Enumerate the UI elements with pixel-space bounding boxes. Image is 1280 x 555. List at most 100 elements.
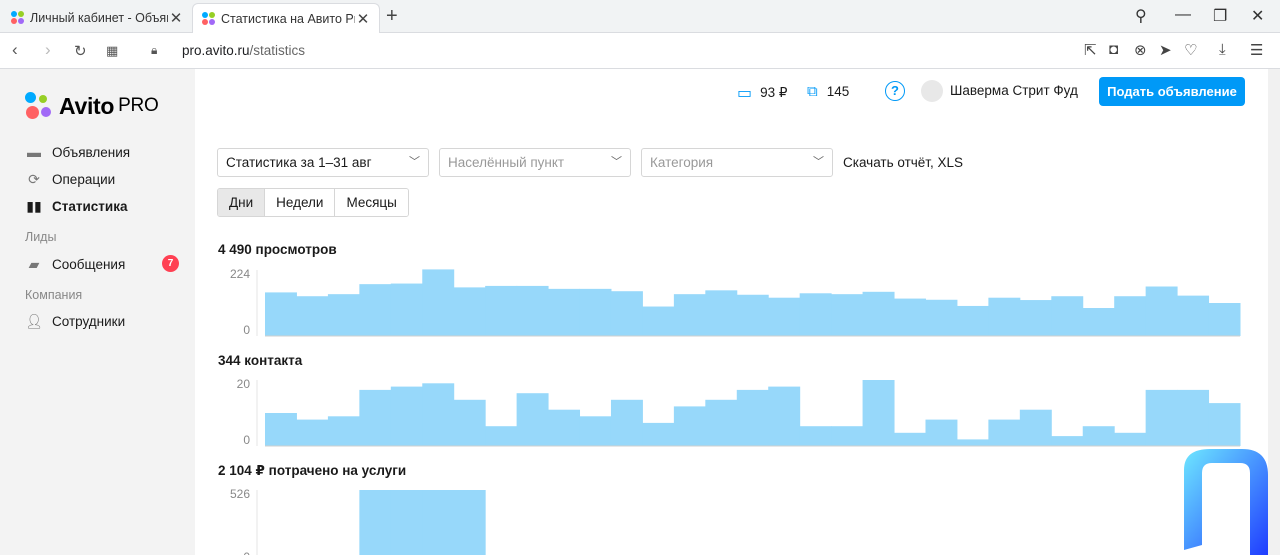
back-icon[interactable]: ‹: [12, 40, 18, 60]
chart-bar[interactable]: [1051, 436, 1084, 446]
browser-tab-statistics[interactable]: Статистика на Авито Pro ✕: [192, 3, 380, 33]
grouping-days-button[interactable]: Дни: [218, 189, 266, 216]
sidebar-item-statistics[interactable]: ▮▮ Статистика: [25, 198, 127, 214]
chart-bar[interactable]: [1177, 295, 1210, 336]
chart-bar[interactable]: [359, 490, 392, 555]
chart-bar[interactable]: [894, 432, 926, 446]
chart-bar[interactable]: [642, 306, 675, 336]
chart-bar[interactable]: [422, 383, 455, 446]
chart-bar[interactable]: [265, 292, 297, 336]
chart-bar[interactable]: [265, 413, 297, 446]
chart-bar[interactable]: [768, 386, 801, 446]
avatar[interactable]: [921, 80, 943, 102]
chart-bar[interactable]: [799, 293, 832, 336]
chart-bar[interactable]: [956, 439, 989, 446]
chart-bar[interactable]: [768, 297, 801, 336]
adblock-icon[interactable]: ⊗: [1134, 41, 1147, 59]
chart-bar[interactable]: [1051, 296, 1084, 336]
category-select[interactable]: Категория ﹀: [641, 148, 833, 177]
chart-bar[interactable]: [390, 490, 423, 555]
favorite-icon[interactable]: ♡: [1184, 41, 1197, 59]
city-select[interactable]: Населённый пункт ﹀: [439, 148, 631, 177]
chart-bar[interactable]: [548, 288, 581, 336]
chart-bar[interactable]: [1019, 300, 1052, 336]
sidebar-item-ads[interactable]: ▬ Объявления: [25, 144, 130, 160]
close-window-icon[interactable]: ✕: [1251, 6, 1264, 26]
sidebar-item-messages[interactable]: ▰ Сообщения: [25, 256, 126, 272]
new-tab-icon[interactable]: +: [386, 5, 398, 28]
period-select[interactable]: Статистика за 1–31 авг ﹀: [217, 148, 429, 177]
chart-bar[interactable]: [485, 426, 518, 446]
browser-tab-cabinet[interactable]: Личный кабинет - Объявл ✕: [2, 3, 192, 33]
wallet-balance[interactable]: ▭ 93 ₽: [737, 83, 787, 103]
chart-bar[interactable]: [327, 416, 360, 446]
chart-bar[interactable]: [894, 298, 926, 336]
chart-bar[interactable]: [831, 426, 864, 446]
chart-bar[interactable]: [485, 285, 518, 336]
chart-bar[interactable]: [610, 399, 643, 446]
chart-bar[interactable]: [1208, 303, 1241, 336]
chart-bar[interactable]: [359, 389, 392, 446]
chart-bar[interactable]: [673, 294, 706, 336]
chart-bar[interactable]: [862, 380, 895, 446]
chart-bar[interactable]: [862, 291, 895, 336]
user-name[interactable]: Шаверма Стрит Фуд: [950, 83, 1078, 98]
chart-bar[interactable]: [548, 409, 581, 446]
chart-bar[interactable]: [453, 287, 486, 336]
chart-bar[interactable]: [1145, 389, 1178, 446]
tab-close-icon[interactable]: ✕: [168, 9, 184, 27]
chart-bar[interactable]: [956, 305, 989, 336]
chart-bar[interactable]: [925, 299, 958, 336]
chart-bar[interactable]: [610, 291, 643, 336]
chart-bar[interactable]: [1114, 432, 1147, 446]
forward-icon[interactable]: ›: [45, 40, 51, 60]
help-icon[interactable]: ?: [885, 81, 905, 101]
sidebar-item-staff[interactable]: 👤︎ Сотрудники: [25, 313, 125, 329]
chart-bar[interactable]: [799, 426, 832, 446]
browser-search-icon[interactable]: ⚲: [1135, 6, 1147, 26]
restore-icon[interactable]: ❐: [1213, 6, 1227, 26]
chart-bar[interactable]: [1114, 296, 1147, 336]
chart-bar[interactable]: [925, 419, 958, 446]
chart-bar[interactable]: [1082, 426, 1115, 446]
chart-bar[interactable]: [516, 393, 549, 446]
chart-bar[interactable]: [390, 283, 423, 336]
chart-bar[interactable]: [831, 294, 864, 336]
grouping-weeks-button[interactable]: Недели: [265, 189, 336, 216]
chart-bar[interactable]: [453, 490, 486, 555]
chart-bar[interactable]: [736, 389, 769, 446]
browser-menu-icon[interactable]: ☰: [1250, 41, 1263, 59]
chart-bar[interactable]: [516, 285, 549, 336]
chart-bar[interactable]: [988, 419, 1021, 446]
chart-bar[interactable]: [1019, 409, 1052, 446]
camera-icon[interactable]: ◘: [1109, 41, 1118, 58]
chart-bar[interactable]: [705, 399, 738, 446]
avito-pro-logo[interactable]: Avito PRO: [25, 92, 159, 120]
post-ad-button[interactable]: Подать объявление: [1099, 77, 1245, 106]
tab-close-icon[interactable]: ✕: [355, 10, 371, 28]
chart-bar[interactable]: [579, 416, 612, 446]
ad-count[interactable]: ⧉ 145: [807, 83, 849, 100]
download-xls-link[interactable]: Скачать отчёт, XLS: [843, 155, 963, 170]
chart-bar[interactable]: [988, 297, 1021, 336]
chart-bar[interactable]: [579, 288, 612, 336]
minimize-icon[interactable]: —: [1175, 6, 1191, 24]
send-icon[interactable]: ➤: [1159, 41, 1172, 59]
chart-bar[interactable]: [422, 269, 455, 336]
reload-icon[interactable]: ↻: [74, 42, 87, 60]
chart-bar[interactable]: [296, 419, 329, 446]
download-icon[interactable]: ⤓: [1219, 41, 1226, 58]
share-icon[interactable]: ⇱: [1084, 41, 1097, 59]
chart-bar[interactable]: [327, 294, 360, 336]
speed-dial-icon[interactable]: ▦: [106, 43, 118, 59]
chart-bar[interactable]: [705, 290, 738, 336]
chart-bar[interactable]: [1145, 286, 1178, 337]
chart-bar[interactable]: [736, 294, 769, 336]
url-field[interactable]: pro.avito.ru/statistics: [182, 43, 305, 58]
chart-bar[interactable]: [390, 386, 423, 446]
chart-bar[interactable]: [642, 422, 675, 446]
chart-bar[interactable]: [1082, 308, 1115, 336]
chart-bar[interactable]: [453, 399, 486, 446]
chart-bar[interactable]: [296, 296, 329, 336]
chart-bar[interactable]: [359, 284, 392, 336]
